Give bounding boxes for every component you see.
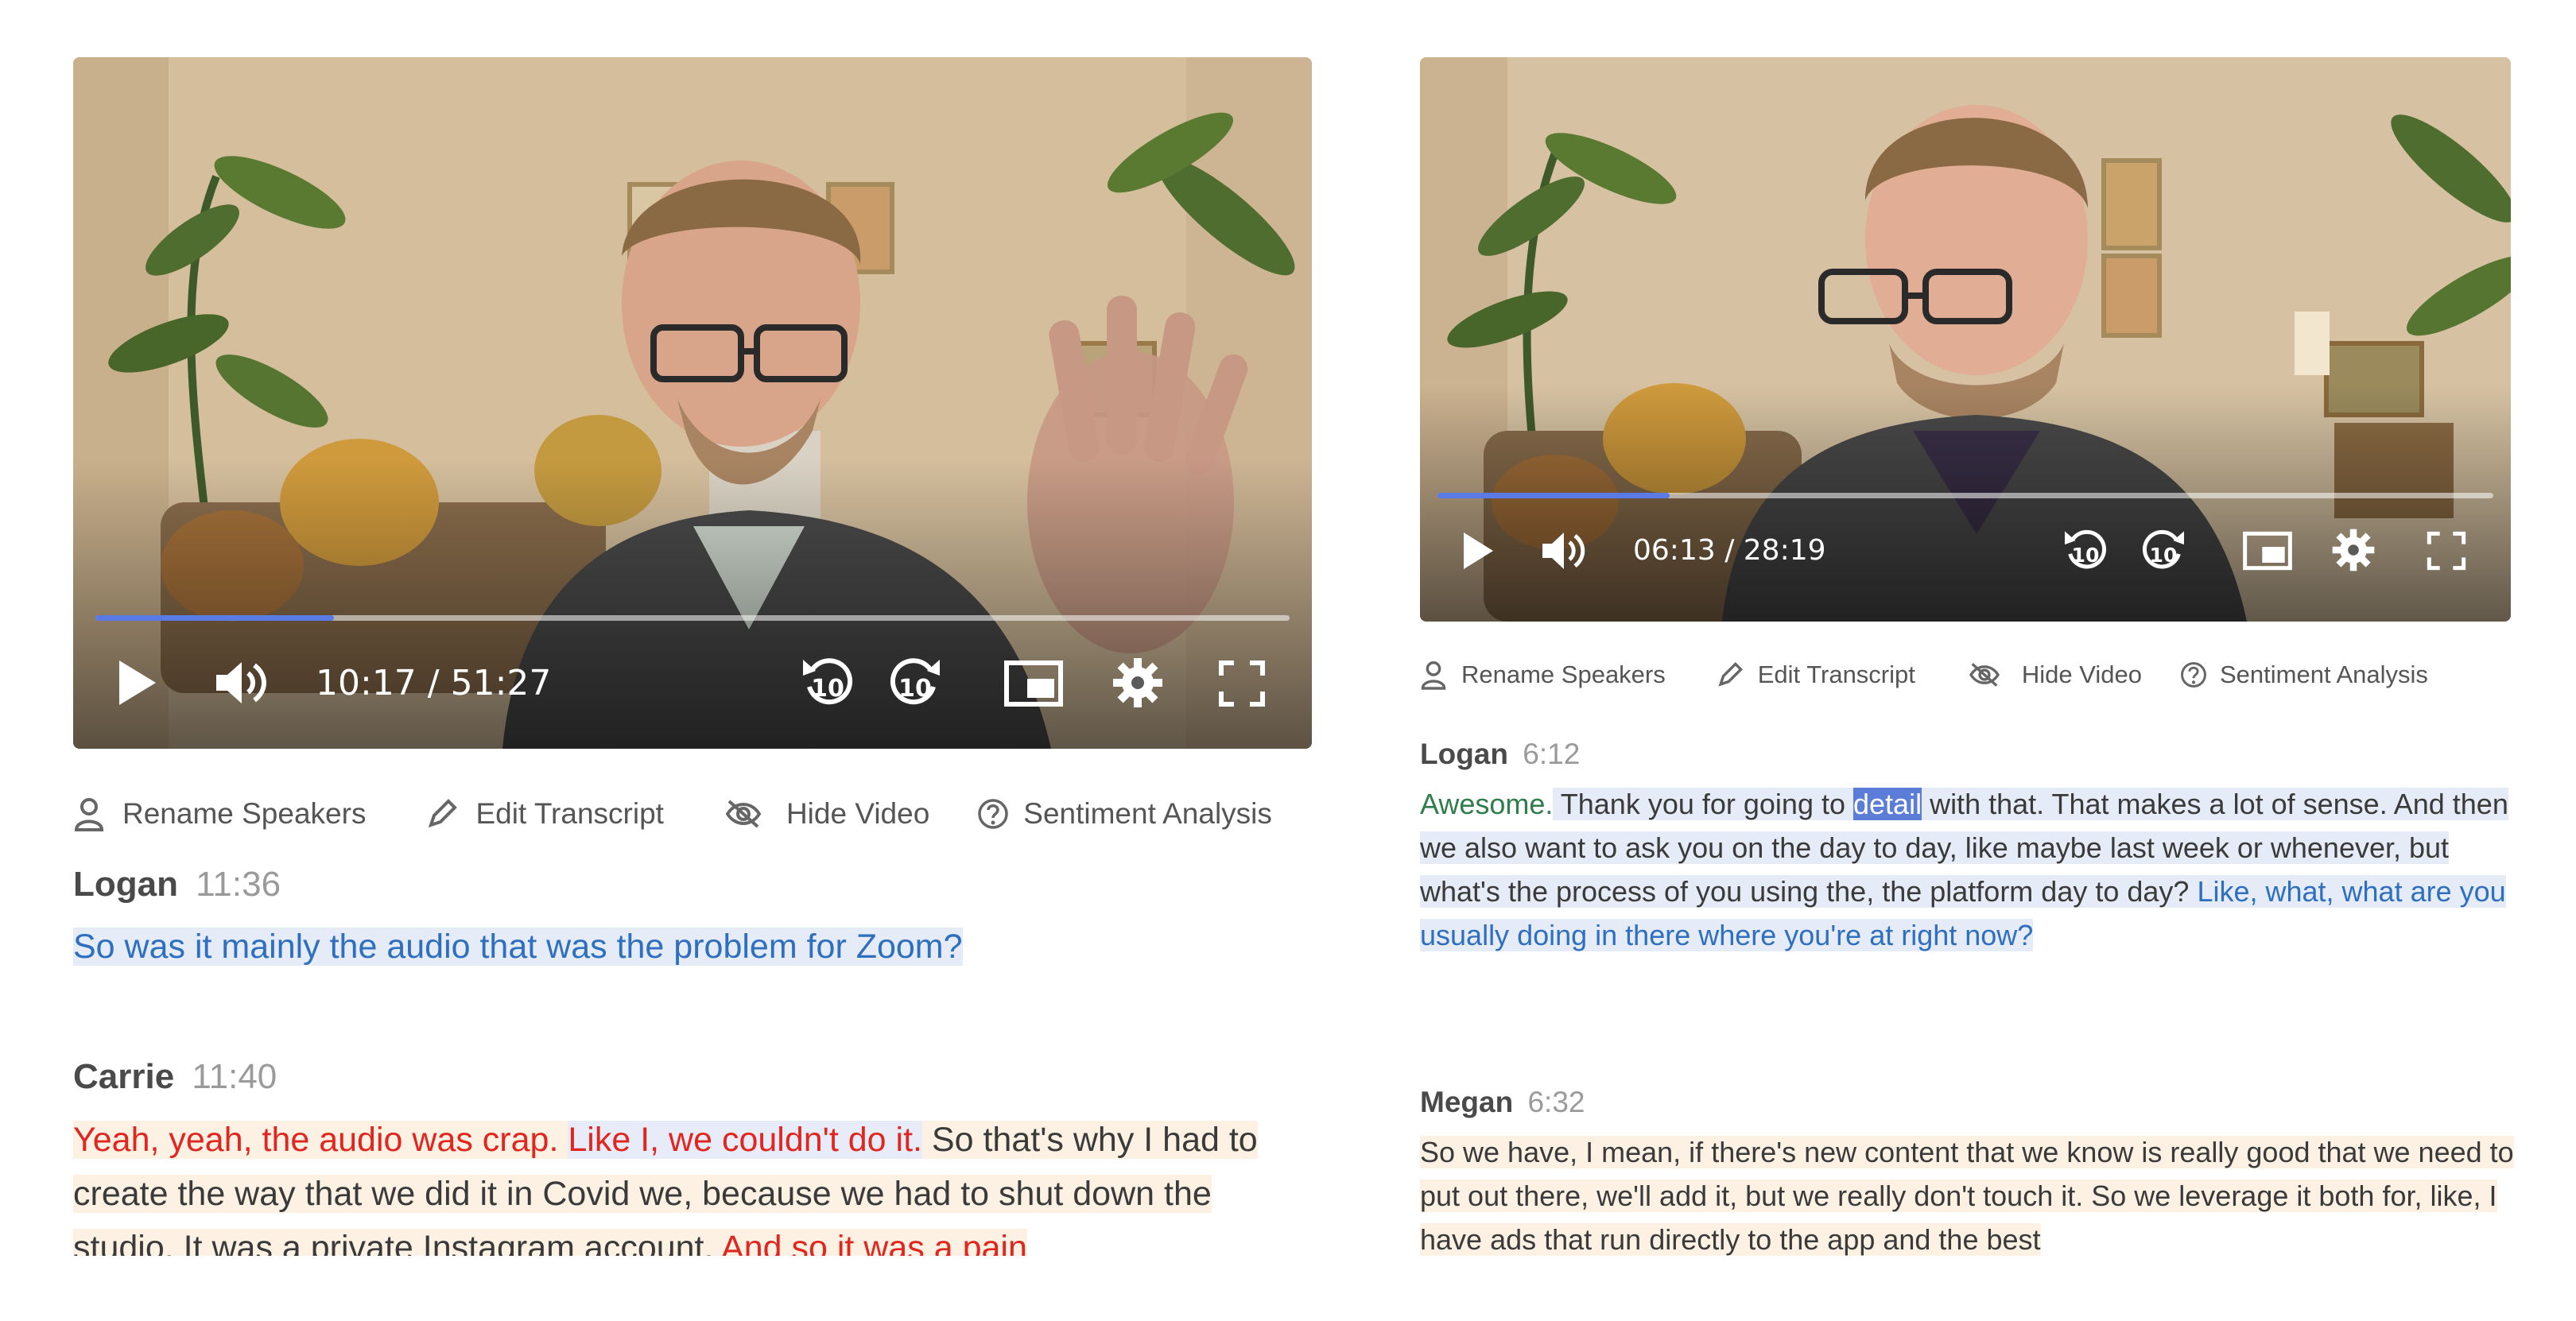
transcript-panel-right: 06:13 / 28:19 10 10 Rename Speakers Edit… (1420, 57, 2576, 1265)
fullscreen-icon[interactable] (1218, 660, 1266, 707)
transcript-toolbar: Rename Speakers Edit Transcript Hide Vid… (73, 792, 1272, 836)
rename-speakers-button[interactable]: Rename Speakers (1420, 660, 1666, 690)
rewind-label: 10 (2072, 544, 2100, 567)
video-player[interactable]: 06:13 / 28:19 10 10 (1420, 57, 2511, 622)
sentiment-analysis-label: Sentiment Analysis (2219, 660, 2428, 688)
rename-speakers-label: Rename Speakers (1461, 660, 1666, 688)
pencil-icon (1718, 661, 1743, 687)
time-readout: 06:13 / 28:19 (1633, 534, 1826, 567)
transcript-text: So was it mainly the audio that was the … (73, 920, 1298, 973)
help-circle-icon (2181, 662, 2206, 688)
speaker-header: Carrie 11:40 (73, 1054, 1266, 1100)
picture-in-picture-icon[interactable] (1003, 660, 1064, 707)
rewind-label: 10 (811, 675, 844, 703)
pencil-icon (429, 799, 458, 828)
timestamp[interactable]: 6:32 (1527, 1086, 1585, 1118)
transcript-turn: Megan 6:32 So we have, I mean, if there'… (1420, 1083, 2517, 1261)
search-highlight[interactable]: detail (1853, 788, 1922, 820)
transcript-segment[interactable] (558, 1121, 568, 1159)
edit-transcript-label: Edit Transcript (1757, 660, 1915, 688)
timestamp[interactable]: 6:12 (1523, 738, 1580, 770)
controls-gradient (1420, 384, 2511, 622)
transcript-turn: Logan 11:36 So was it mainly the audio t… (73, 862, 1298, 973)
transcript-segment[interactable]: Like I, we couldn't do it. (568, 1121, 922, 1159)
progress-fill (1437, 493, 1670, 498)
rewind-10-icon[interactable]: 10 (2061, 525, 2110, 574)
eye-off-icon (1969, 663, 2000, 687)
transcript-segment[interactable]: And so it was a pain (721, 1229, 1027, 1256)
timestamp[interactable]: 11:36 (196, 865, 281, 904)
transcript-segment[interactable]: So was it mainly the audio that was the … (73, 928, 963, 966)
hide-video-button[interactable]: Hide Video (1968, 660, 2142, 689)
transcript-segment[interactable]: Yeah, yeah, the audio was crap. (73, 1121, 559, 1159)
speaker-header: Logan 11:36 (73, 862, 1298, 908)
transcript-text: Awesome. Thank you for going to detail w… (1420, 782, 2517, 957)
volume-icon[interactable] (213, 657, 274, 708)
time-readout: 10:17 / 51:27 (316, 663, 552, 703)
progress-bar[interactable] (1437, 493, 2493, 498)
hide-video-label: Hide Video (2021, 660, 2142, 688)
play-icon[interactable] (114, 657, 159, 708)
transcript-segment[interactable]: Awesome. (1420, 788, 1553, 820)
edit-transcript-button[interactable]: Edit Transcript (426, 797, 664, 831)
forward-label: 10 (898, 675, 932, 703)
settings-gear-icon[interactable] (2331, 528, 2376, 572)
sentiment-analysis-label: Sentiment Analysis (1023, 797, 1272, 830)
progress-bar[interactable] (95, 615, 1290, 621)
sentiment-analysis-button[interactable]: Sentiment Analysis (977, 797, 1272, 831)
timestamp[interactable]: 11:40 (192, 1057, 277, 1096)
edit-transcript-button[interactable]: Edit Transcript (1717, 660, 1915, 689)
person-icon (1421, 660, 1446, 690)
speaker-name[interactable]: Logan (1420, 738, 1508, 770)
video-player[interactable]: 10:17 / 51:27 10 10 (73, 57, 1312, 749)
person-icon (74, 798, 104, 831)
transcript-toolbar: Rename Speakers Edit Transcript Hide Vid… (1420, 655, 2428, 695)
settings-gear-icon[interactable] (1111, 657, 1164, 709)
hide-video-button[interactable]: Hide Video (724, 797, 929, 831)
rename-speakers-label: Rename Speakers (122, 797, 367, 830)
transcript-turn: Logan 6:12 Awesome. Thank you for going … (1420, 734, 2517, 957)
speaker-name[interactable]: Logan (73, 865, 178, 904)
transcript-segment[interactable]: Thank you for going to (1553, 788, 1853, 820)
fullscreen-icon[interactable] (2427, 531, 2466, 571)
speaker-header: Logan 6:12 (1420, 734, 2517, 774)
edit-transcript-label: Edit Transcript (475, 797, 664, 830)
progress-fill (95, 615, 335, 621)
help-circle-icon (978, 799, 1009, 829)
transcript-text: Yeah, yeah, the audio was crap. Like I, … (73, 1113, 1266, 1256)
forward-label: 10 (2150, 544, 2178, 567)
rewind-10-icon[interactable]: 10 (798, 652, 857, 711)
forward-10-icon[interactable]: 10 (886, 652, 945, 711)
eye-off-icon (725, 800, 762, 828)
rename-speakers-button[interactable]: Rename Speakers (73, 796, 366, 831)
transcript-segment[interactable]: So we have, I mean, if there's new conte… (1420, 1136, 2514, 1256)
hide-video-label: Hide Video (786, 797, 930, 830)
speaker-header: Megan 6:32 (1420, 1083, 2517, 1122)
forward-10-icon[interactable]: 10 (2139, 525, 2188, 574)
play-icon[interactable] (1460, 529, 1496, 572)
transcript-text: So we have, I mean, if there's new conte… (1420, 1130, 2517, 1261)
speaker-name[interactable]: Megan (1420, 1086, 1513, 1118)
sentiment-analysis-button[interactable]: Sentiment Analysis (2180, 660, 2428, 689)
transcript-panel-left: 10:17 / 51:27 10 10 Rename Speakers Edit… (73, 57, 1329, 1265)
volume-icon[interactable] (1539, 529, 1592, 572)
speaker-name[interactable]: Carrie (73, 1057, 174, 1096)
picture-in-picture-icon[interactable] (2242, 531, 2293, 571)
transcript-turn: Carrie 11:40 Yeah, yeah, the audio was c… (73, 1054, 1266, 1256)
